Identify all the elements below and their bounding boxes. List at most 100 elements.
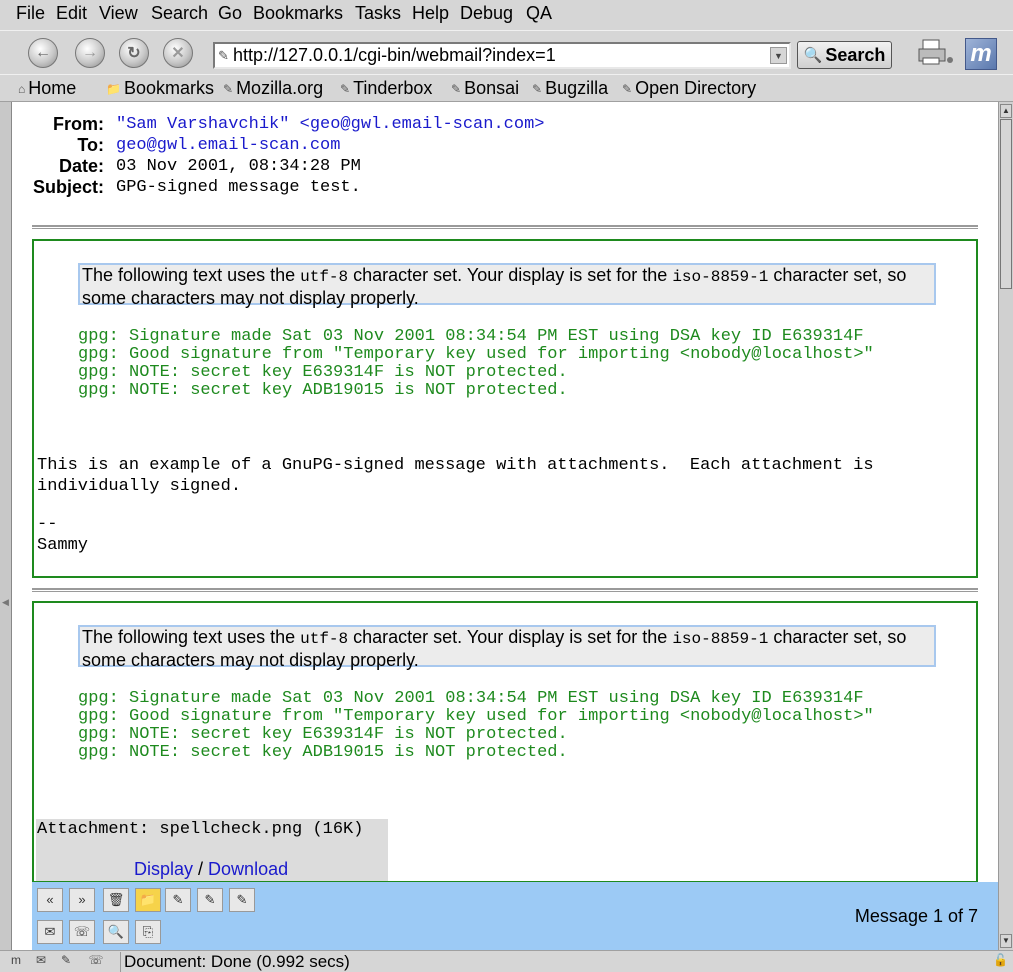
menu-help[interactable]: Help [412, 3, 449, 24]
search-button-label: Search [825, 44, 886, 65]
reply-icon[interactable]: ✎ [165, 888, 191, 912]
menu-qa[interactable]: QA [526, 3, 552, 24]
bookmark-bugzilla[interactable]: ✎ Bugzilla [532, 78, 608, 99]
gpg-line: gpg: Good signature from "Temporary key … [78, 345, 874, 364]
charset-warning: The following text uses the utf-8 charac… [78, 625, 936, 670]
scroll-up-icon[interactable]: ▲ [1000, 104, 1012, 118]
url-input[interactable]: http://127.0.0.1/cgi-bin/webmail?index=1 [233, 45, 556, 66]
bookmark-bugzilla-label: Bugzilla [545, 78, 609, 98]
search-button[interactable]: 🔍 Search [797, 41, 892, 69]
compose-icon[interactable]: ✉ [37, 920, 63, 944]
magnifier-icon: 🔍 [803, 47, 823, 64]
to-label: To: [77, 135, 104, 155]
charset-warning-text: character set. Your display is set for t… [348, 265, 673, 285]
reload-icon[interactable]: ↻ [119, 38, 149, 68]
menu-bookmarks[interactable]: Bookmarks [253, 3, 343, 24]
mozilla-logo-icon[interactable]: m [965, 38, 997, 70]
bookmark-icon: ✎ [532, 81, 543, 96]
attachment-display-link[interactable]: Display [134, 859, 193, 879]
bookmark-icon: ✎ [223, 81, 234, 96]
url-dropdown-icon[interactable]: ▼ [770, 47, 787, 64]
part-divider [32, 588, 978, 592]
stop-icon[interactable]: ✕ [163, 38, 193, 68]
signature-separator: -- [37, 515, 58, 534]
to-value[interactable]: geo@gwl.email-scan.com [116, 136, 340, 155]
gpg-line: gpg: NOTE: secret key E639314F is NOT pr… [78, 363, 568, 382]
bookmark-home-label: Home [28, 78, 77, 98]
search-mail-icon[interactable]: 🔍 [103, 920, 129, 944]
bookmark-bonsai[interactable]: ✎ Bonsai [451, 78, 519, 99]
menu-edit[interactable]: Edit [56, 3, 87, 24]
attachment-box: Attachment: spellcheck.png (16K) Display… [36, 819, 388, 881]
menu-tasks[interactable]: Tasks [355, 3, 401, 24]
attachment-links: Display / Download [134, 859, 288, 880]
bookmark-open-directory-label: Open Directory [635, 78, 757, 98]
bookmark-mozilla[interactable]: ✎ Mozilla.org [223, 78, 323, 99]
status-bar: m ✉ ✎ ☏ Document: Done (0.992 secs) 🔓 [0, 950, 1013, 972]
delete-trash-icon[interactable]: 🗑 [103, 888, 129, 912]
message-part-1: The following text uses the utf-8 charac… [32, 239, 978, 578]
subject-value: GPG-signed message test. [116, 178, 361, 197]
charset-warning: The following text uses the utf-8 charac… [78, 263, 936, 308]
display-charset-name: iso-8859-1 [672, 268, 769, 286]
folder-icon[interactable]: 📁 [135, 888, 161, 912]
bookmark-tinderbox[interactable]: ✎ Tinderbox [340, 78, 432, 99]
status-text: Document: Done (0.992 secs) [120, 952, 350, 972]
scroll-thumb[interactable] [1000, 119, 1012, 289]
print-message-icon[interactable]: ⎘ [135, 920, 161, 944]
from-label: From: [53, 114, 104, 134]
sidebar-splitter[interactable]: ◀ [0, 102, 12, 950]
reply-all-icon[interactable]: ✎ [197, 888, 223, 912]
signature-name: Sammy [37, 536, 89, 555]
date-label: Date: [58, 156, 104, 176]
bookmark-icon: ✎ [340, 81, 351, 96]
previous-message-icon[interactable]: « [37, 888, 63, 912]
scroll-down-icon[interactable]: ▼ [1000, 934, 1012, 948]
composer-icon[interactable]: ✎ [56, 953, 76, 969]
link-separator: / [193, 859, 209, 879]
print-icon[interactable] [917, 38, 957, 68]
gpg-line: gpg: Good signature from "Temporary key … [78, 707, 874, 726]
gpg-status: gpg: Signature made Sat 03 Nov 2001 08:3… [78, 690, 874, 762]
next-message-icon[interactable]: » [69, 888, 95, 912]
back-arrow-icon[interactable]: ← [28, 38, 58, 68]
body-line: This is an example of a GnuPG-signed mes… [37, 456, 874, 475]
charset-name: utf-8 [300, 630, 349, 648]
vertical-scrollbar[interactable]: ▲ ▼ [998, 102, 1013, 950]
bookmark-bookmarks[interactable]: 📁 Bookmarks [106, 78, 214, 99]
menu-view[interactable]: View [99, 3, 138, 24]
mail-icon[interactable]: ✉ [31, 953, 51, 969]
address-book-icon[interactable]: ☏ [69, 920, 95, 944]
header-divider [32, 225, 978, 229]
menu-debug[interactable]: Debug [460, 3, 513, 24]
address-book-icon[interactable]: ☏ [86, 953, 106, 969]
gpg-line: gpg: Signature made Sat 03 Nov 2001 08:3… [78, 689, 864, 708]
gpg-line: gpg: NOTE: secret key ADB19015 is NOT pr… [78, 743, 568, 762]
folder-icon: 📁 [106, 81, 121, 96]
from-value[interactable]: "Sam Varshavchik" <geo@gwl.email-scan.co… [116, 115, 544, 134]
charset-warning-text: The following text uses the [82, 265, 301, 285]
bookmark-icon: ✎ [451, 81, 462, 96]
attachment-download-link[interactable]: Download [208, 859, 288, 879]
menu-go[interactable]: Go [218, 3, 242, 24]
url-bar[interactable]: ✎ http://127.0.0.1/cgi-bin/webmail?index… [213, 42, 791, 69]
navigator-icon[interactable]: m [6, 953, 26, 969]
connection-lock-icon[interactable]: 🔓 [993, 953, 1008, 967]
charset-warning-text: The following text uses the [82, 627, 301, 647]
gpg-status: gpg: Signature made Sat 03 Nov 2001 08:3… [78, 328, 874, 400]
message-part-2: The following text uses the utf-8 charac… [32, 601, 978, 883]
forward-arrow-icon[interactable]: → [75, 38, 105, 68]
menu-search[interactable]: Search [151, 3, 208, 24]
charset-name: utf-8 [300, 268, 349, 286]
bookmark-mozilla-label: Mozilla.org [236, 78, 324, 98]
message-body: This is an example of a GnuPG-signed mes… [37, 455, 874, 556]
attachment-label: Attachment: spellcheck.png (16K) [37, 820, 364, 839]
bookmark-open-directory[interactable]: ✎ Open Directory [622, 78, 756, 99]
forward-message-icon[interactable]: ✎ [229, 888, 255, 912]
bookmark-home[interactable]: ⌂ Home [18, 78, 76, 99]
bookmark-bookmarks-label: Bookmarks [123, 78, 214, 98]
bookmark-tinderbox-label: Tinderbox [353, 78, 433, 98]
splitter-grip-icon: ◀ [2, 597, 9, 607]
charset-warning-text: character set. Your display is set for t… [348, 627, 673, 647]
menu-file[interactable]: File [16, 3, 45, 24]
